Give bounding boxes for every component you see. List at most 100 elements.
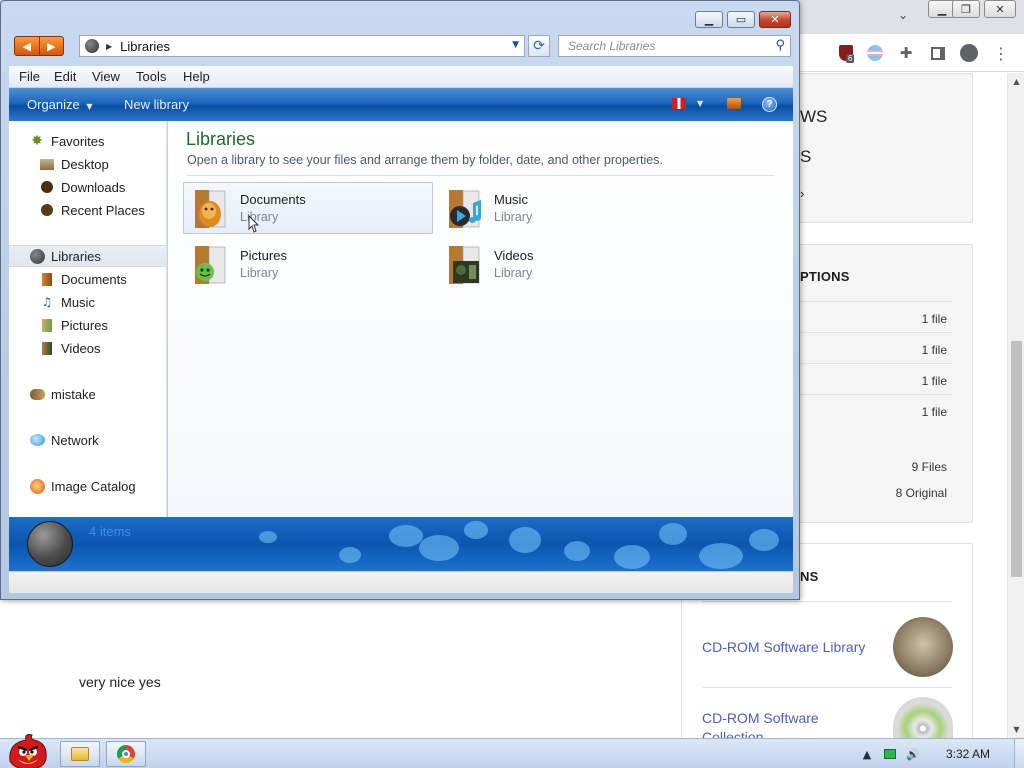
image-catalog-icon bbox=[29, 478, 45, 494]
decor-bokeh bbox=[339, 547, 361, 563]
maximize-button[interactable]: ▭ bbox=[727, 11, 755, 28]
item-count: 4 items bbox=[89, 524, 131, 539]
extension-badge: 6 bbox=[846, 54, 855, 63]
ublock-extension-icon[interactable]: 6 bbox=[836, 43, 856, 63]
scroll-down-arrow-icon[interactable]: ▼ bbox=[1008, 721, 1024, 738]
side-panel-icon[interactable] bbox=[928, 43, 948, 63]
decor-bokeh bbox=[699, 543, 743, 569]
decor-bokeh bbox=[419, 535, 459, 561]
back-arrow-icon[interactable]: ◀ bbox=[15, 37, 40, 55]
nav-label: Pictures bbox=[61, 317, 108, 333]
menu-view[interactable]: View bbox=[92, 69, 120, 84]
card-heading-fragment: WS bbox=[800, 107, 828, 126]
show-desktop-button[interactable] bbox=[1014, 739, 1024, 768]
taskbar: ▲ 🔊 3:32 AM bbox=[0, 734, 1024, 768]
details-pane: 4 items bbox=[9, 517, 793, 571]
library-type: Library bbox=[494, 210, 533, 224]
search-input[interactable] bbox=[559, 36, 759, 56]
collection-link[interactable]: CD-ROM Software bbox=[702, 710, 819, 726]
scrollbar-thumb[interactable] bbox=[1011, 341, 1022, 577]
nav-downloads[interactable]: Downloads bbox=[9, 176, 166, 198]
collection-link[interactable]: CD-ROM Software Library bbox=[702, 639, 865, 655]
decor-bokeh bbox=[564, 541, 590, 561]
menu-help[interactable]: Help bbox=[183, 69, 210, 84]
browser-menu-icon[interactable]: ⋮ bbox=[991, 43, 1011, 63]
extensions-puzzle-icon[interactable]: ✚ bbox=[896, 43, 916, 63]
forward-arrow-icon[interactable]: ▶ bbox=[40, 37, 64, 55]
breadcrumb-arrow-icon[interactable]: ▶ bbox=[106, 42, 112, 51]
menu-file[interactable]: File bbox=[19, 69, 40, 84]
nav-label: Videos bbox=[61, 340, 101, 356]
menu-edit[interactable]: Edit bbox=[54, 69, 76, 84]
library-name: Videos bbox=[494, 248, 534, 263]
pictures-icon bbox=[39, 317, 55, 333]
nav-label: Network bbox=[51, 432, 99, 448]
divider bbox=[702, 601, 952, 602]
card-heading-fragment: S bbox=[800, 147, 812, 166]
browser-tabstrip-dropdown-icon[interactable]: ⌄ bbox=[898, 8, 908, 22]
preview-pane-icon[interactable] bbox=[727, 98, 741, 109]
decor-bokeh bbox=[509, 527, 541, 553]
volume-icon[interactable]: 🔊 bbox=[906, 747, 920, 761]
cd-rom-thumbnail[interactable] bbox=[893, 697, 953, 739]
pictures-library-icon bbox=[195, 246, 226, 284]
music-library-icon bbox=[449, 190, 481, 228]
library-videos[interactable]: Videos Library bbox=[437, 238, 687, 290]
menu-tools[interactable]: Tools bbox=[136, 69, 166, 84]
refresh-icon[interactable]: ⟳ bbox=[528, 35, 550, 57]
scroll-up-arrow-icon[interactable]: ▲ bbox=[1008, 73, 1024, 90]
library-name: Music bbox=[494, 192, 528, 207]
nav-label: Recent Places bbox=[61, 202, 145, 218]
network-tray-icon[interactable] bbox=[883, 747, 897, 761]
nav-libraries[interactable]: Libraries bbox=[9, 245, 166, 267]
nav-image-catalog[interactable]: Image Catalog bbox=[9, 475, 166, 497]
menu-bar: File Edit View Tools Help bbox=[9, 66, 793, 88]
nav-favorites[interactable]: ✸ Favorites bbox=[9, 130, 166, 152]
nav-label: Image Catalog bbox=[51, 478, 136, 494]
file-count: 1 file bbox=[921, 374, 947, 388]
nav-desktop[interactable]: Desktop bbox=[9, 153, 166, 175]
minimize-button[interactable]: ▁ bbox=[695, 11, 723, 28]
library-pictures[interactable]: Pictures Library bbox=[183, 238, 433, 290]
nav-label: Music bbox=[61, 294, 95, 310]
browser-close-button[interactable]: ✕ bbox=[984, 0, 1016, 18]
close-button[interactable]: ✕ bbox=[759, 11, 791, 28]
flag-extension-icon[interactable] bbox=[865, 43, 885, 63]
profile-avatar-icon[interactable] bbox=[959, 43, 979, 63]
back-forward-buttons: ◀ ▶ bbox=[14, 36, 64, 56]
nav-videos[interactable]: Videos bbox=[9, 337, 166, 359]
command-bar: Organize ▼ New library ▼ ? bbox=[9, 88, 793, 121]
page-scrollbar[interactable]: ▲ ▼ bbox=[1007, 73, 1024, 738]
start-button-angry-bird-icon[interactable] bbox=[4, 731, 52, 768]
new-library-button[interactable]: New library bbox=[124, 97, 189, 112]
desktop-icon bbox=[39, 156, 55, 172]
collection-thumbnail[interactable] bbox=[893, 617, 953, 677]
nav-network[interactable]: Network bbox=[9, 429, 166, 451]
organize-button[interactable]: Organize ▼ bbox=[27, 97, 93, 112]
nav-homegroup-mistake[interactable]: mistake bbox=[9, 383, 166, 405]
address-dropdown-icon[interactable]: ▼ bbox=[512, 40, 519, 50]
videos-icon bbox=[39, 340, 55, 356]
search-box[interactable]: ⚲ bbox=[558, 35, 791, 57]
file-count: 1 file bbox=[921, 312, 947, 326]
browser-restore-button[interactable]: ❐ bbox=[952, 0, 980, 18]
nav-documents[interactable]: Documents bbox=[9, 268, 166, 290]
help-icon[interactable]: ? bbox=[762, 97, 777, 112]
taskbar-chrome-button[interactable] bbox=[106, 741, 146, 767]
view-options-icon[interactable] bbox=[672, 98, 686, 109]
breadcrumb-libraries[interactable]: Libraries bbox=[120, 39, 170, 54]
nav-recent-places[interactable]: Recent Places bbox=[9, 199, 166, 221]
view-dropdown-icon[interactable]: ▼ bbox=[697, 99, 703, 108]
library-documents[interactable]: Documents Library bbox=[183, 182, 433, 234]
library-music[interactable]: Music Library bbox=[437, 182, 687, 234]
taskbar-explorer-button[interactable] bbox=[60, 741, 100, 767]
address-bar[interactable]: ▶ Libraries ▼ bbox=[79, 35, 525, 57]
search-icon[interactable]: ⚲ bbox=[775, 38, 785, 53]
clock[interactable]: 3:32 AM bbox=[946, 747, 990, 761]
divider bbox=[702, 687, 952, 688]
nav-pictures[interactable]: Pictures bbox=[9, 314, 166, 336]
organize-label: Organize bbox=[27, 97, 80, 112]
decor-bokeh bbox=[259, 531, 277, 543]
nav-music[interactable]: ♫ Music bbox=[9, 291, 166, 313]
tray-expand-icon[interactable]: ▲ bbox=[860, 747, 874, 761]
